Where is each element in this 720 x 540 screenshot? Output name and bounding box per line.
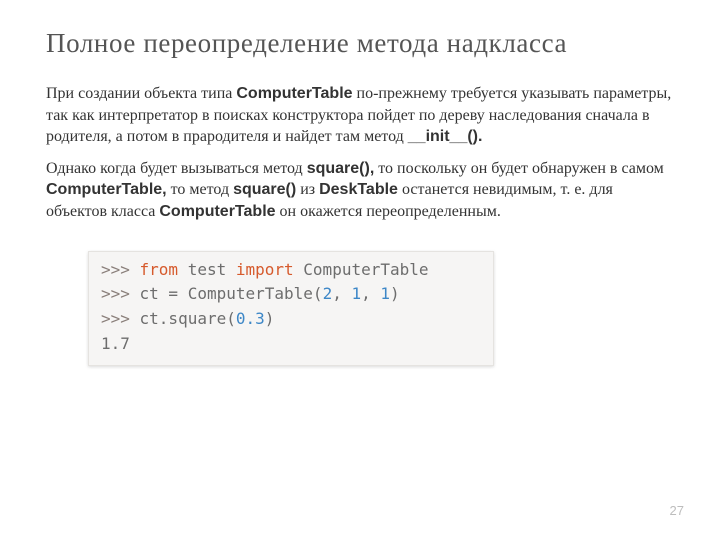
keyword-from: from xyxy=(140,260,179,279)
method-name: square() xyxy=(233,181,296,198)
paragraph-1: При создании объекта типа ComputerTable … xyxy=(46,83,674,148)
number-literal: 2 xyxy=(323,284,333,303)
code-block: >>> from test import ComputerTable >>> c… xyxy=(88,251,494,366)
text: При создании объекта типа xyxy=(46,85,236,102)
text: то поскольку он будет обнаружен в самом xyxy=(374,160,664,177)
paragraph-2: Однако когда будет вызываться метод squa… xyxy=(46,158,674,223)
method-name: __init__(). xyxy=(408,128,483,145)
class-name: ComputerTable xyxy=(236,85,352,102)
comma: , xyxy=(332,284,351,303)
paren-close: ) xyxy=(265,309,275,328)
slide-title: Полное переопределение метода надкласса xyxy=(46,28,674,59)
text: из xyxy=(296,181,319,198)
text: то метод xyxy=(167,181,233,198)
comma: , xyxy=(361,284,380,303)
body-text: При создании объекта типа ComputerTable … xyxy=(46,83,674,223)
class-name: ComputerTable xyxy=(294,260,429,279)
keyword-import: import xyxy=(236,260,294,279)
paren-open: ( xyxy=(313,284,323,303)
number-literal: 1 xyxy=(351,284,361,303)
repl-prompt: >>> xyxy=(101,309,140,328)
paren-close: ) xyxy=(390,284,400,303)
number-literal: 0.3 xyxy=(236,309,265,328)
module-name: test xyxy=(178,260,236,279)
class-name: ComputerTable, xyxy=(46,181,167,198)
class-name: DeskTable xyxy=(319,181,398,198)
output-value: 1.7 xyxy=(101,334,130,353)
code-line-3: >>> ct.square(0.3) xyxy=(101,307,481,332)
assignment: ct = ComputerTable xyxy=(140,284,313,303)
code-line-4: 1.7 xyxy=(101,332,481,357)
code-line-2: >>> ct = ComputerTable(2, 1, 1) xyxy=(101,282,481,307)
text: он окажется переопределенным. xyxy=(276,203,501,220)
page-number: 27 xyxy=(670,503,684,518)
repl-prompt: >>> xyxy=(101,260,140,279)
paren-open: ( xyxy=(226,309,236,328)
repl-prompt: >>> xyxy=(101,284,140,303)
number-literal: 1 xyxy=(380,284,390,303)
class-name: ComputerTable xyxy=(159,203,275,220)
method-call: ct.square xyxy=(140,309,227,328)
text: Однако когда будет вызываться метод xyxy=(46,160,307,177)
code-line-1: >>> from test import ComputerTable xyxy=(101,258,481,283)
slide: Полное переопределение метода надкласса … xyxy=(0,0,720,540)
method-name: square(), xyxy=(307,160,375,177)
